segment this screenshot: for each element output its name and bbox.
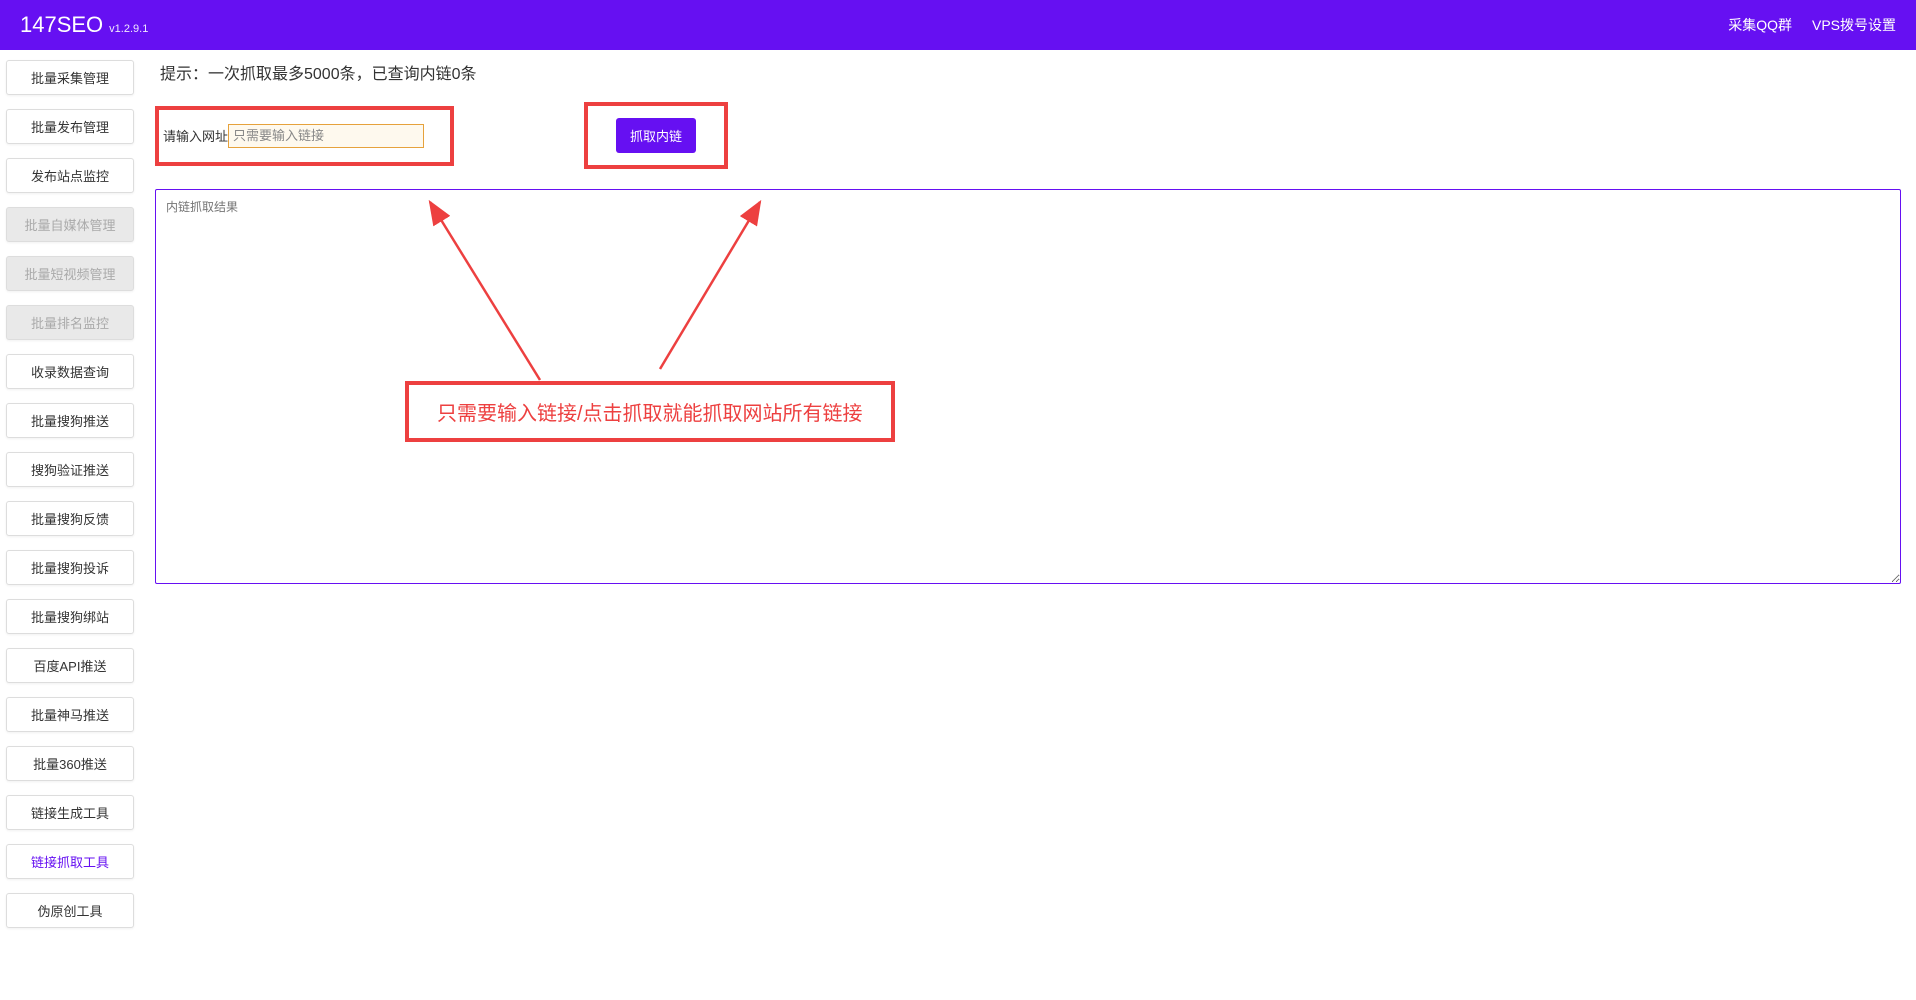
sidebar-item-1[interactable]: 批量发布管理	[6, 109, 134, 144]
sidebar-item-3: 批量自媒体管理	[6, 207, 134, 242]
hint-text: 提示：一次抓取最多5000条，已查询内链0条	[160, 60, 1901, 84]
result-textarea[interactable]	[155, 189, 1901, 584]
header-brand: 147SEO v1.2.9.1	[20, 12, 148, 38]
app-version: v1.2.9.1	[109, 23, 148, 35]
sidebar-item-6[interactable]: 收录数据查询	[6, 354, 134, 389]
sidebar-item-16[interactable]: 链接抓取工具	[6, 844, 134, 879]
main-content: 提示：一次抓取最多5000条，已查询内链0条 请输入网址 抓取内链 只需要输入链…	[140, 50, 1916, 1000]
sidebar-item-12[interactable]: 百度API推送	[6, 648, 134, 683]
sidebar-item-5: 批量排名监控	[6, 305, 134, 340]
app-title: 147SEO	[20, 12, 103, 38]
sidebar-item-2[interactable]: 发布站点监控	[6, 158, 134, 193]
sidebar: 批量采集管理批量发布管理发布站点监控批量自媒体管理批量短视频管理批量排名监控收录…	[0, 50, 140, 1000]
sidebar-item-13[interactable]: 批量神马推送	[6, 697, 134, 732]
sidebar-item-11[interactable]: 批量搜狗绑站	[6, 599, 134, 634]
sidebar-item-14[interactable]: 批量360推送	[6, 746, 134, 781]
input-row: 请输入网址 抓取内链	[155, 102, 1901, 169]
input-group-highlight: 请输入网址	[155, 106, 454, 166]
sidebar-item-17[interactable]: 伪原创工具	[6, 893, 134, 928]
fetch-links-button[interactable]: 抓取内链	[616, 118, 696, 153]
vps-settings-link[interactable]: VPS拨号设置	[1812, 15, 1896, 35]
sidebar-item-4: 批量短视频管理	[6, 256, 134, 291]
app-header: 147SEO v1.2.9.1 采集QQ群 VPS拨号设置	[0, 0, 1916, 50]
button-highlight: 抓取内链	[584, 102, 728, 169]
sidebar-item-7[interactable]: 批量搜狗推送	[6, 403, 134, 438]
sidebar-item-10[interactable]: 批量搜狗投诉	[6, 550, 134, 585]
url-input-label: 请输入网址	[163, 126, 228, 145]
url-input[interactable]	[228, 124, 424, 148]
sidebar-item-15[interactable]: 链接生成工具	[6, 795, 134, 830]
sidebar-item-9[interactable]: 批量搜狗反馈	[6, 501, 134, 536]
sidebar-item-8[interactable]: 搜狗验证推送	[6, 452, 134, 487]
qq-group-link[interactable]: 采集QQ群	[1728, 15, 1792, 35]
header-links: 采集QQ群 VPS拨号设置	[1728, 15, 1896, 35]
sidebar-item-0[interactable]: 批量采集管理	[6, 60, 134, 95]
